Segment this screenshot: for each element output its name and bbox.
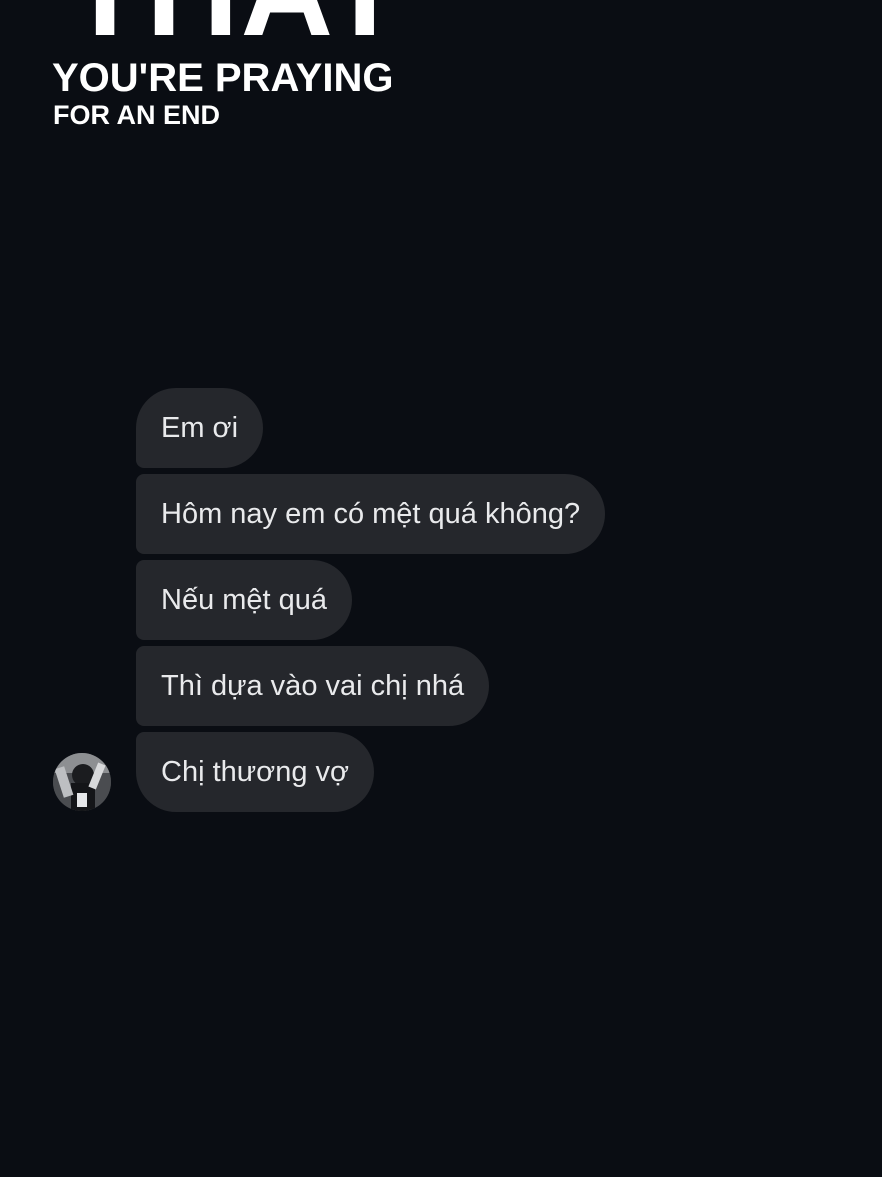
message-bubble[interactable]: Em ơi [136,388,264,468]
message-bubble[interactable]: Nếu mệt quá [136,560,353,640]
avatar-image [53,753,111,811]
overlay-headline-big: THAT [66,0,406,56]
message-bubble[interactable]: Chị thương vợ [136,732,375,812]
overlay-headline-small: FOR AN END [53,100,220,130]
message-bubble[interactable]: Hôm nay em có mệt quá không? [136,474,606,554]
message-thread: Em ơi Hôm nay em có mệt quá không? Nếu m… [136,388,606,812]
sender-avatar[interactable] [53,753,111,811]
overlay-headline-mid: YOU'RE PRAYING [52,56,394,100]
chat-screen: THAT YOU'RE PRAYING FOR AN END Em ơi Hôm… [0,0,882,1177]
message-bubble[interactable]: Thì dựa vào vai chị nhá [136,646,490,726]
